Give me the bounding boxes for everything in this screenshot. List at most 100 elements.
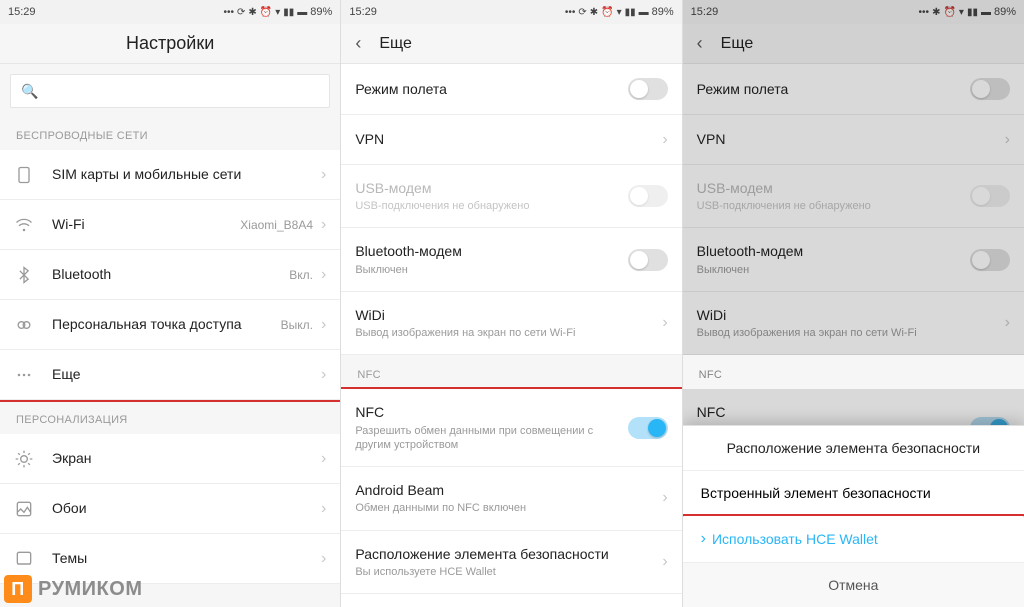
- wifi-icon: ▾: [617, 7, 622, 18]
- row-bt-tether[interactable]: Bluetooth-модем Выключен: [341, 228, 681, 291]
- row-airplane-label: Режим полета: [697, 80, 970, 98]
- row-display-label: Экран: [52, 449, 321, 467]
- row-nfc-label: NFC: [697, 403, 970, 421]
- chevron-right-icon: ›: [321, 266, 326, 284]
- chevron-right-icon: ›: [321, 550, 326, 568]
- battery-icon: ▬: [297, 7, 307, 18]
- row-sim[interactable]: SIM карты и мобильные сети ›: [0, 150, 340, 200]
- wifi-icon: ▾: [959, 7, 964, 18]
- battery-text: 89%: [652, 6, 674, 18]
- display-icon: [14, 449, 34, 469]
- row-wifi[interactable]: Wi-Fi Xiaomi_B8A4 ›: [0, 200, 340, 250]
- row-hotspot-value: Выкл.: [281, 318, 313, 332]
- row-airplane[interactable]: Режим полета: [683, 64, 1024, 115]
- chevron-right-icon: ›: [321, 450, 326, 468]
- bottom-sheet: Расположение элемента безопасности Встро…: [683, 425, 1024, 607]
- row-bt-value: Вкл.: [289, 268, 313, 282]
- status-bar: 15:29 ••• ✱ ⏰ ▾ ▮▮ ▬ 89%: [683, 0, 1024, 24]
- more-icon: [14, 365, 34, 385]
- row-display[interactable]: Экран ›: [0, 434, 340, 484]
- wallpaper-icon: [14, 499, 34, 519]
- back-button[interactable]: ‹: [355, 33, 361, 54]
- chevron-right-icon: ›: [1005, 314, 1010, 332]
- screen-more-dialog: 15:29 ••• ✱ ⏰ ▾ ▮▮ ▬ 89% ‹ Еще Режим пол…: [683, 0, 1024, 607]
- toggle-airplane[interactable]: [628, 78, 668, 100]
- row-bt-tether[interactable]: Bluetooth-модем Выключен: [683, 228, 1024, 291]
- status-bar: 15:29 ••• ⟳ ✱ ⏰ ▾ ▮▮ ▬ 89%: [341, 0, 681, 24]
- signal-icon: ▮▮: [967, 7, 978, 18]
- row-more-label: Еще: [52, 365, 321, 383]
- more-icon: •••: [565, 7, 576, 18]
- section-nfc: NFC: [683, 355, 1024, 389]
- sheet-cancel-label: Отмена: [828, 577, 878, 593]
- section-nfc: NFC: [341, 355, 681, 389]
- bluetooth-icon: ✱: [932, 7, 940, 18]
- wifi-icon: ▾: [275, 7, 280, 18]
- search-icon: 🔍: [21, 83, 38, 100]
- sheet-option-hce-label: Использовать HCE Wallet: [712, 531, 878, 547]
- row-airplane[interactable]: Режим полета: [341, 64, 681, 115]
- screen-settings: 15:29 ••• ⟳ ✱ ⏰ ▾ ▮▮ ▬ 89% Настройки 🔍 Б…: [0, 0, 341, 607]
- sheet-option-builtin[interactable]: Встроенный элемент безопасности: [683, 471, 1024, 516]
- toggle-nfc[interactable]: [628, 417, 668, 439]
- status-bar: 15:29 ••• ⟳ ✱ ⏰ ▾ ▮▮ ▬ 89%: [0, 0, 340, 24]
- row-wifi-label: Wi-Fi: [52, 215, 240, 233]
- row-se-sub: Вы используете HCE Wallet: [355, 565, 662, 579]
- watermark-text: РУМИКОМ: [38, 578, 142, 601]
- row-wifi-value: Xiaomi_B8A4: [240, 218, 313, 232]
- row-widi[interactable]: WiDi Вывод изображения на экран по сети …: [341, 292, 681, 355]
- chevron-right-icon: ›: [321, 166, 326, 184]
- battery-icon: ▬: [639, 7, 649, 18]
- row-usb-label: USB-модем: [355, 179, 627, 197]
- row-nfc-label: NFC: [355, 403, 627, 421]
- row-wallpaper[interactable]: Обои ›: [0, 484, 340, 534]
- sim-icon: [14, 165, 34, 185]
- row-vpn[interactable]: VPN ›: [341, 115, 681, 165]
- page-title-text: Настройки: [126, 33, 214, 54]
- alarm-icon: ⏰: [601, 7, 613, 18]
- row-vpn-label: VPN: [355, 130, 662, 148]
- chevron-right-icon: ›: [1005, 131, 1010, 149]
- row-widi-label: WiDi: [697, 306, 1005, 324]
- row-hotspot[interactable]: Персональная точка доступа Выкл. ›: [0, 300, 340, 350]
- hotspot-icon: [14, 315, 34, 335]
- row-nfc[interactable]: NFC Разрешить обмен данными при совмещен…: [341, 389, 681, 467]
- row-btm-sub: Выключен: [697, 263, 970, 277]
- search-container: 🔍: [0, 64, 340, 116]
- row-android-beam[interactable]: Android Beam Обмен данными по NFC включе…: [341, 467, 681, 530]
- chevron-right-icon: ›: [321, 500, 326, 518]
- row-usb-tether: USB-модем USB-подключения не обнаружено: [341, 165, 681, 228]
- toggle-airplane[interactable]: [970, 78, 1010, 100]
- row-more[interactable]: Еще ›: [0, 350, 340, 400]
- screen-more: 15:29 ••• ⟳ ✱ ⏰ ▾ ▮▮ ▬ 89% ‹ Еще Режим п…: [341, 0, 682, 607]
- battery-text: 89%: [310, 6, 332, 18]
- row-widi[interactable]: WiDi Вывод изображения на экран по сети …: [683, 292, 1024, 355]
- row-usb-sub: USB-подключения не обнаружено: [355, 199, 627, 213]
- row-tap-pay[interactable]: Бесконтактная оплата ›: [341, 594, 681, 607]
- sheet-title: Расположение элемента безопасности: [683, 426, 1024, 471]
- row-vpn[interactable]: VPN ›: [683, 115, 1024, 165]
- chevron-right-icon: ›: [662, 131, 667, 149]
- row-btm-label: Bluetooth-модем: [355, 242, 627, 260]
- sheet-option-hce[interactable]: Использовать HCE Wallet: [683, 516, 1024, 563]
- chevron-right-icon: ›: [321, 366, 326, 384]
- sheet-cancel-button[interactable]: Отмена: [683, 563, 1024, 607]
- toggle-bt-tether[interactable]: [970, 249, 1010, 271]
- toggle-bt-tether[interactable]: [628, 249, 668, 271]
- sheet-option-builtin-label: Встроенный элемент безопасности: [701, 485, 931, 501]
- row-beam-label: Android Beam: [355, 481, 662, 499]
- row-bt-label: Bluetooth: [52, 265, 289, 283]
- row-widi-sub: Вывод изображения на экран по сети Wi-Fi: [697, 326, 1005, 340]
- row-btm-label: Bluetooth-модем: [697, 242, 970, 260]
- search-input[interactable]: 🔍: [10, 74, 330, 108]
- sync-icon: ⟳: [237, 7, 245, 18]
- row-secure-element[interactable]: Расположение элемента безопасности Вы ис…: [341, 531, 681, 594]
- row-widi-sub: Вывод изображения на экран по сети Wi-Fi: [355, 326, 662, 340]
- back-button[interactable]: ‹: [697, 33, 703, 54]
- header-more: ‹ Еще: [683, 24, 1024, 64]
- chevron-right-icon: ›: [662, 553, 667, 571]
- chevron-right-icon: ›: [662, 314, 667, 332]
- clock-text: 15:29: [8, 6, 36, 18]
- row-bluetooth[interactable]: Bluetooth Вкл. ›: [0, 250, 340, 300]
- section-personalization: ПЕРСОНАЛИЗАЦИЯ: [0, 400, 340, 434]
